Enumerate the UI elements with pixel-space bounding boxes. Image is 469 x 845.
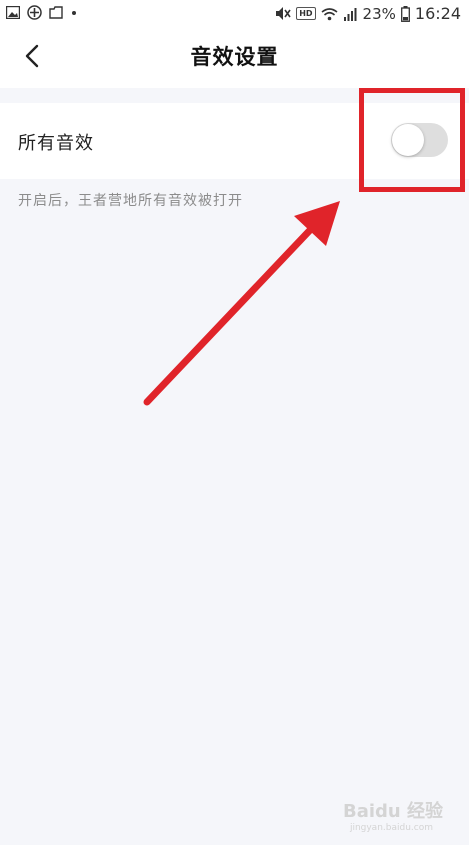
watermark-url: jingyan.baidu.com xyxy=(349,823,433,833)
watermark-brand: Baidu 经验 xyxy=(342,801,443,822)
annotation-arrow xyxy=(143,201,340,406)
